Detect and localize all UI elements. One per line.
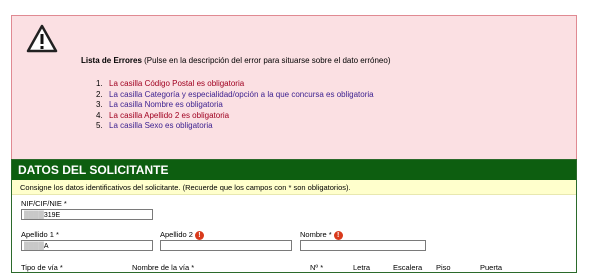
- puerta-label: Puerta: [480, 263, 503, 272]
- error-list-heading: Lista de Errores: [81, 56, 142, 65]
- warning-icon: [26, 24, 58, 53]
- apellido1-label: Apellido 1 *: [21, 230, 59, 239]
- numero-label: Nº *: [310, 263, 324, 272]
- error-list-box: Lista de Errores (Pulse en la descripció…: [11, 15, 577, 170]
- apellido2-field[interactable]: [160, 240, 292, 251]
- error-link-apellido2[interactable]: La casilla Apellido 2 es obligatoria: [109, 111, 229, 120]
- error-link-nombre[interactable]: La casilla Nombre es obligatoria: [109, 100, 223, 109]
- nombre-field[interactable]: [300, 240, 426, 251]
- solicitante-panel: DATOS DEL SOLICITANTE Consigne los datos…: [11, 159, 577, 273]
- nombre-label: Nombre *!: [300, 230, 343, 240]
- nif-label: NIF/CIF/NIE *: [21, 199, 67, 208]
- error-info-icon[interactable]: !: [194, 230, 204, 240]
- apellido2-label: Apellido 2!: [160, 230, 204, 240]
- error-list-instructions: (Pulse en la descripción del error para …: [141, 56, 391, 65]
- error-link-sexo[interactable]: La casilla Sexo es obligatoria: [109, 121, 213, 130]
- list-item: 5. La casilla Sexo es obligatoria: [96, 121, 213, 130]
- list-item: 3. La casilla Nombre es obligatoria: [96, 100, 223, 109]
- error-link-codigo-postal[interactable]: La casilla Código Postal es obligatoria: [109, 79, 244, 88]
- list-item: 1. La casilla Código Postal es obligatori…: [96, 79, 245, 88]
- nombre-via-label: Nombre de la vía *: [132, 263, 195, 272]
- letra-label: Letra: [353, 263, 371, 272]
- piso-label: Piso: [436, 263, 451, 272]
- apellido1-field[interactable]: ████A: [21, 240, 153, 251]
- error-link-categoria[interactable]: La casilla Categoría y especialidad/opci…: [109, 90, 374, 99]
- error-info-icon[interactable]: !: [333, 230, 343, 240]
- error-list: 1. La casilla Código Postal es obligatori…: [96, 79, 374, 132]
- nif-field[interactable]: ████319E: [21, 209, 153, 220]
- list-item: 4. La casilla Apellido 2 es obligatoria: [96, 110, 230, 120]
- error-list-title: Lista de Errores (Pulse en la descripció…: [81, 56, 391, 65]
- list-item: 2. La casilla Categoría y especialidad/op…: [96, 89, 374, 99]
- panel-title: DATOS DEL SOLICITANTE: [12, 160, 576, 180]
- panel-instructions: Consigne los datos identificativos del s…: [12, 180, 576, 195]
- tipo-via-label: Tipo de vía *: [21, 263, 63, 272]
- escalera-label: Escalera: [393, 263, 423, 272]
